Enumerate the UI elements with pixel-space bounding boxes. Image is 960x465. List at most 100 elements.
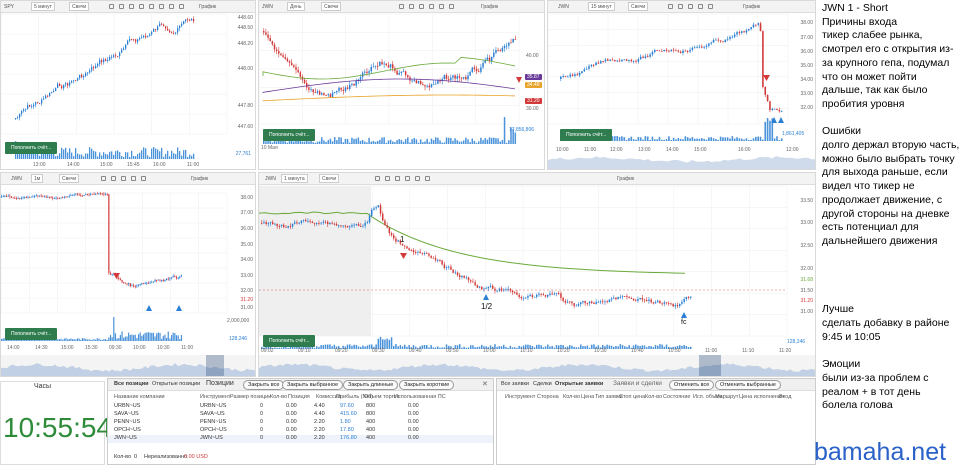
- deposit-button[interactable]: Пополнить счёт...: [263, 335, 316, 347]
- candle: [604, 59, 607, 62]
- navigator-scrollbar[interactable]: [1, 355, 256, 377]
- column-header[interactable]: Состояние: [663, 394, 690, 400]
- close-all-button[interactable]: Закрыть все: [243, 380, 285, 390]
- candle: [445, 267, 448, 269]
- close-panel-icon[interactable]: ✕: [482, 380, 488, 388]
- candle: [498, 288, 501, 291]
- price-tick: 31.50: [800, 288, 813, 294]
- chart-panel-jwn-daily[interactable]: JWN День Свечи График 40.00 35.87 34.49 …: [258, 0, 545, 170]
- column-header[interactable]: Название компании: [114, 394, 165, 400]
- volume-bar: [344, 138, 347, 144]
- chart-panel-jwn-15m[interactable]: JWN 15 минут Свечи График 38.00 37.00 36…: [547, 0, 816, 170]
- column-header[interactable]: Инструмент: [200, 394, 230, 400]
- candle: [644, 56, 647, 58]
- column-header[interactable]: Использованная ПС: [394, 394, 446, 400]
- close-selected-button[interactable]: Закрыть выбранное: [282, 380, 344, 390]
- tab-positions[interactable]: Позиции: [206, 380, 234, 387]
- column-header[interactable]: Маршрут: [715, 394, 738, 400]
- navigator-scrollbar[interactable]: [259, 355, 816, 377]
- volume-bar: [357, 346, 360, 349]
- column-header[interactable]: Размер позиции: [230, 394, 271, 400]
- candle: [155, 29, 157, 30]
- volume-bar: [549, 346, 551, 349]
- tab-all-orders[interactable]: Все заявки: [501, 381, 529, 387]
- candle: [43, 98, 45, 100]
- table-row[interactable]: SAVA~US SAVA~US 0 0.00 4.40 415.60 800 0.00: [108, 411, 493, 419]
- volume-bar: [443, 347, 446, 349]
- column-header[interactable]: Цена: [581, 394, 594, 400]
- candle: [569, 74, 571, 77]
- cancel-selected-button[interactable]: Отменить выбранные: [715, 380, 781, 390]
- column-header[interactable]: Кол-во: [270, 394, 287, 400]
- candle: [95, 65, 97, 68]
- candle: [410, 249, 413, 251]
- candle: [324, 221, 327, 223]
- candlestick-chart[interactable]: [259, 1, 545, 170]
- candle: [163, 24, 165, 27]
- table-row[interactable]: PENN~US PENN~US 0 0.00 2.20 1.80 400 0.00: [108, 419, 493, 427]
- volume-bar: [372, 140, 375, 144]
- column-header[interactable]: Кол-во: [645, 394, 662, 400]
- time-tick: 15:00: [100, 162, 113, 168]
- volume-bar: [388, 339, 391, 349]
- volume-bar: [33, 153, 35, 159]
- candle: [121, 279, 123, 283]
- column-header[interactable]: Позиция: [288, 394, 310, 400]
- candle: [58, 197, 60, 199]
- deposit-button[interactable]: Пополнить счёт...: [5, 142, 58, 154]
- close-long-button[interactable]: Закрыть длинные: [343, 380, 399, 390]
- table-row[interactable]: JWN~US JWN~US 0 0.00 2.20 176.80 400 0.00: [108, 435, 493, 443]
- table-row[interactable]: URBN~US URBN~US 0 0.00 4.40 97.60 800 0.00: [108, 403, 493, 411]
- volume-bar: [161, 338, 163, 341]
- volume-bar: [53, 153, 55, 159]
- chart-panel-spy[interactable]: SPY 5 минут Свечи График 448.60 448.50 4…: [0, 0, 256, 170]
- volume-bar: [397, 346, 399, 349]
- volume-bar: [108, 337, 110, 341]
- column-header[interactable]: Сторона: [537, 394, 559, 400]
- column-header[interactable]: Инструмент: [505, 394, 535, 400]
- tab-open-positions[interactable]: Открытые позиции: [152, 381, 200, 387]
- deposit-button[interactable]: Пополнить счёт...: [5, 328, 58, 340]
- table-cell: JWN~US: [200, 435, 223, 441]
- candlestick-chart[interactable]: [548, 1, 816, 170]
- column-header[interactable]: Цена исполнения: [739, 394, 784, 400]
- volume-bar: [274, 347, 276, 349]
- column-header[interactable]: Кол-во: [563, 394, 580, 400]
- column-header[interactable]: Вход: [779, 394, 791, 400]
- candle: [406, 246, 408, 249]
- column-header[interactable]: Стоп цена: [619, 394, 645, 400]
- candle: [39, 103, 41, 105]
- candle: [719, 40, 722, 42]
- tab-orders-and-trades[interactable]: Заявки и сделки: [613, 380, 662, 387]
- volume-bar: [107, 154, 109, 159]
- volume-bar: [165, 153, 167, 159]
- volume-bar: [508, 140, 510, 144]
- table-row[interactable]: OPCH~US OPCH~US 0 0.00 2.20 17.80 400 0.00: [108, 427, 493, 435]
- chart-panel-jwn-1m-main[interactable]: JWN 1 минута Свечи График 33.50 33.00 32…: [258, 172, 816, 377]
- chart-panel-jwn-1m-small[interactable]: JWN 1м Свечи График 38.00 37.00 36.00 35…: [0, 172, 256, 377]
- deposit-button[interactable]: Пополнить счёт...: [560, 129, 613, 141]
- volume-bar: [109, 335, 112, 341]
- volume-bar: [331, 346, 333, 349]
- volume-bar: [103, 152, 105, 159]
- volume-bar: [73, 156, 75, 159]
- candle: [45, 95, 47, 99]
- volume-bar: [630, 136, 633, 141]
- volume-bar: [401, 346, 404, 349]
- volume-bar: [654, 139, 656, 141]
- tab-trades[interactable]: Сделки: [533, 381, 552, 387]
- candle: [635, 300, 637, 302]
- candle: [131, 39, 133, 40]
- candle: [331, 222, 333, 224]
- candle: [88, 194, 90, 196]
- tab-all-positions[interactable]: Все позиции: [114, 381, 149, 387]
- tab-open-orders[interactable]: Открытые заявки: [555, 381, 603, 387]
- close-short-button[interactable]: Закрыть короткие: [399, 380, 455, 390]
- cancel-all-button[interactable]: Отменить все: [669, 380, 715, 390]
- deposit-button[interactable]: Пополнить счёт...: [263, 129, 316, 141]
- volume-bar: [95, 339, 97, 341]
- candlestick-chart[interactable]: [259, 173, 816, 377]
- candle: [386, 225, 388, 228]
- volume-bar: [536, 344, 538, 349]
- volume-bar: [690, 346, 692, 349]
